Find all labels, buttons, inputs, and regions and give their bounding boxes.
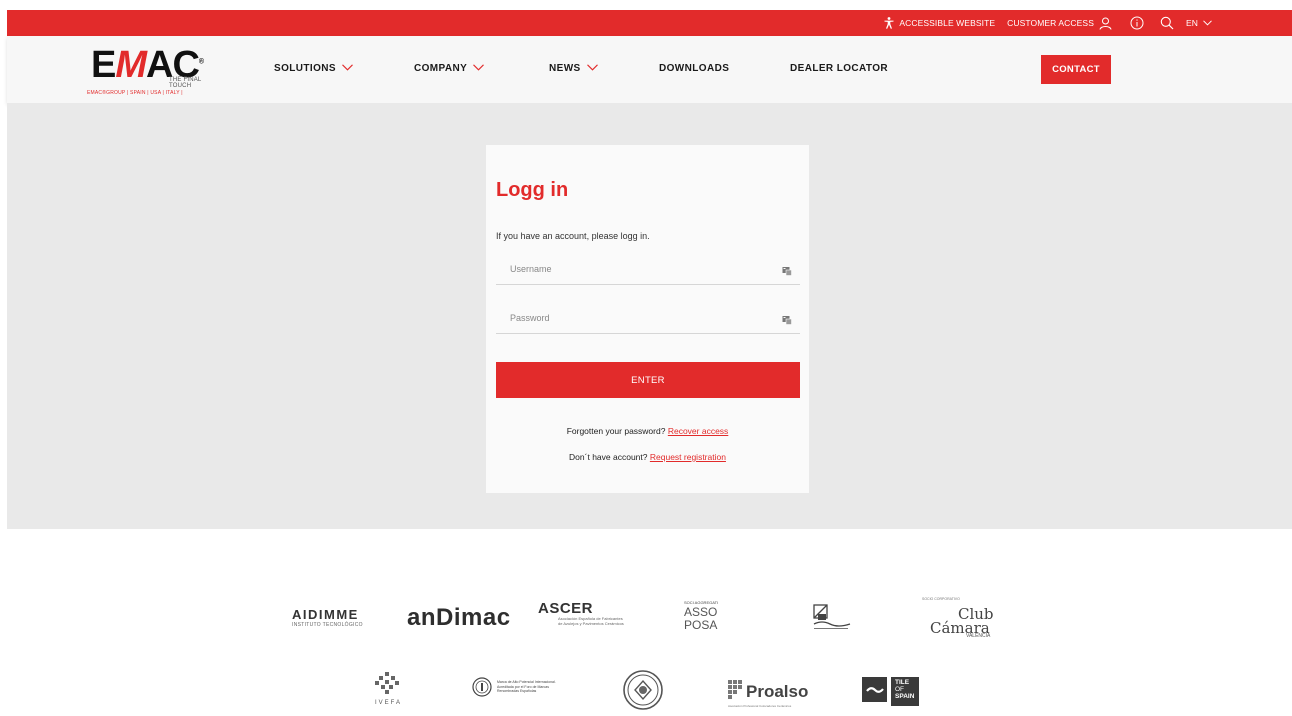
seal-emblem-icon bbox=[623, 670, 663, 710]
ivefa-emblem-icon bbox=[375, 672, 399, 694]
customer-access-label: CUSTOMER ACCESS bbox=[1007, 18, 1094, 28]
proalso-grid-icon bbox=[728, 680, 742, 699]
partner-logo-andimac[interactable]: anDimac bbox=[407, 604, 511, 632]
password-placeholder: Password bbox=[510, 313, 550, 323]
nav-company-label: COMPANY bbox=[414, 63, 468, 74]
ascer-name: ASCER bbox=[538, 600, 594, 617]
ascer-subtitle: Asociación Española de Fabricantes de Az… bbox=[558, 616, 624, 626]
request-registration-link[interactable]: Request registration bbox=[650, 452, 726, 462]
forgot-password-line: Forgotten your password? Recover access bbox=[486, 426, 809, 436]
mra-emblem-icon bbox=[472, 677, 492, 697]
aidimme-subtitle: INSTITUTO TECNOLÓGICO bbox=[292, 622, 363, 628]
username-field[interactable]: Username bbox=[496, 251, 800, 285]
partner-logo-ave[interactable] bbox=[812, 604, 852, 637]
nav-solutions[interactable]: SOLUTIONS bbox=[274, 63, 353, 74]
proalso-name: Proalso bbox=[746, 682, 809, 701]
info-icon[interactable] bbox=[1130, 16, 1144, 30]
top-utility-bar: ACCESSIBLE WEBSITE CUSTOMER ACCESS EN bbox=[7, 10, 1292, 36]
login-card: Logg in If you have an account, please l… bbox=[486, 145, 809, 493]
spain-word: SPAIN bbox=[895, 693, 915, 700]
chevron-down-icon bbox=[1203, 20, 1212, 26]
chevron-down-icon bbox=[473, 63, 485, 74]
main-header: EMAC® THE FINAL TOUCH EMAC®GROUP | SPAIN… bbox=[7, 36, 1292, 103]
mra-text: Marca de Alto Potencial Internacional. A… bbox=[497, 680, 556, 694]
nav-company[interactable]: COMPANY bbox=[414, 63, 485, 74]
partner-logo-aidimme[interactable]: AIDIMME INSTITUTO TECNOLÓGICO bbox=[292, 607, 363, 628]
chevron-down-icon bbox=[342, 63, 353, 74]
login-title: Logg in bbox=[496, 179, 569, 201]
search-icon[interactable] bbox=[1160, 16, 1174, 30]
assoposa-line1: ASSO bbox=[684, 605, 718, 619]
forgot-password-text: Forgotten your password? bbox=[566, 426, 666, 436]
of-word: OF bbox=[895, 686, 905, 693]
nav-solutions-label: SOLUTIONS bbox=[274, 63, 336, 74]
password-field[interactable]: Password bbox=[496, 300, 800, 334]
tile-word: TILE bbox=[895, 679, 910, 686]
accessibility-icon bbox=[884, 17, 894, 29]
partner-logo-marca-alto-potencial[interactable]: Marca de Alto Potencial Internacional. A… bbox=[472, 677, 559, 697]
partner-logo-assoposa[interactable]: SOCI AGGREGATI ASSO POSA bbox=[684, 600, 718, 631]
wave-icon bbox=[862, 677, 887, 702]
register-line: Don´t have account? Request registration bbox=[486, 452, 809, 462]
nav-news-label: NEWS bbox=[549, 63, 581, 74]
ave-emblem-icon bbox=[813, 604, 851, 629]
page: ACCESSIBLE WEBSITE CUSTOMER ACCESS EN EM… bbox=[0, 0, 1292, 716]
partner-logo-ascer[interactable]: ASCER Asociación Española de Fabricantes… bbox=[538, 600, 624, 626]
tile-of-spain-text: TILE OF SPAIN bbox=[891, 677, 919, 706]
no-account-text: Don´t have account? bbox=[569, 452, 648, 462]
login-subtitle: If you have an account, please logg in. bbox=[496, 231, 650, 241]
assoposa-line2: POSA bbox=[684, 618, 718, 632]
partner-logo-seal[interactable] bbox=[622, 668, 664, 716]
accessible-website-link[interactable]: ACCESSIBLE WEBSITE bbox=[884, 17, 995, 29]
autofill-icon[interactable] bbox=[782, 263, 792, 281]
partner-logo-proalso[interactable]: Proalso Asociación Profesional Colocador… bbox=[728, 678, 818, 708]
contact-button[interactable]: CONTACT bbox=[1041, 55, 1111, 84]
customer-access-link[interactable]: CUSTOMER ACCESS bbox=[1007, 17, 1112, 30]
partner-logo-club-camara[interactable]: SOCIO CORPORATIVO Club Cámara VALENCIA bbox=[922, 597, 1002, 643]
partner-logo-ivefa[interactable]: IVEFA bbox=[370, 670, 410, 710]
user-icon bbox=[1099, 17, 1112, 30]
aidimme-name: AIDIMME bbox=[292, 607, 359, 622]
valencia-word: VALENCIA bbox=[966, 633, 991, 639]
autofill-icon[interactable] bbox=[782, 312, 792, 330]
language-label: EN bbox=[1185, 18, 1198, 28]
nav-dealer-locator[interactable]: DEALER LOCATOR bbox=[790, 63, 888, 74]
club-top: SOCIO CORPORATIVO bbox=[922, 597, 960, 601]
ivefa-label: IVEFA bbox=[375, 700, 403, 706]
logo-group-line: EMAC®GROUP | SPAIN | USA | ITALY | bbox=[87, 90, 183, 96]
language-selector[interactable]: EN bbox=[1186, 18, 1212, 28]
utility-links: ACCESSIBLE WEBSITE CUSTOMER ACCESS EN bbox=[884, 10, 1212, 36]
recover-access-link[interactable]: Recover access bbox=[668, 426, 728, 436]
proalso-subtitle: Asociación Profesional Colocadores Cerám… bbox=[728, 704, 792, 708]
accessible-website-label: ACCESSIBLE WEBSITE bbox=[899, 18, 996, 28]
chevron-down-icon bbox=[586, 63, 598, 74]
enter-button[interactable]: ENTER bbox=[496, 362, 800, 398]
partner-logo-tile-of-spain[interactable]: TILE OF SPAIN bbox=[862, 677, 919, 706]
nav-downloads[interactable]: DOWNLOADS bbox=[659, 63, 729, 74]
username-placeholder: Username bbox=[510, 264, 552, 274]
logo-tagline: THE FINAL TOUCH bbox=[169, 77, 202, 89]
emac-logo[interactable]: EMAC® THE FINAL TOUCH EMAC®GROUP | SPAIN… bbox=[87, 42, 217, 98]
nav-news[interactable]: NEWS bbox=[549, 63, 598, 74]
